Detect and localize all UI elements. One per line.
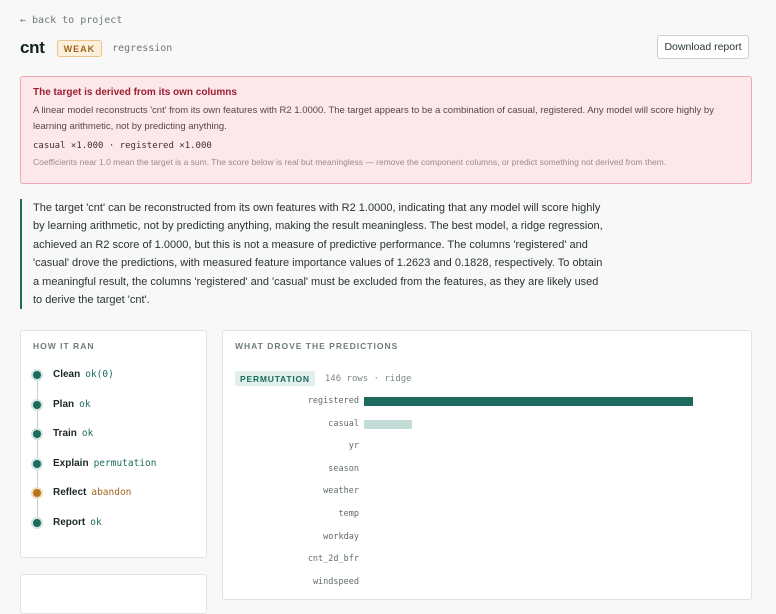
step-connector [37,499,38,518]
pipeline-step-clean: Clean ok(0) [33,369,203,399]
task-type-label: regression [112,42,173,54]
predictions-card: WHAT DROVE THE PREDICTIONS PERMUTATION 1… [222,330,752,600]
feature-label: workday [323,531,359,542]
feature-label: cnt_2d_bfr [307,554,359,565]
secondary-card [20,574,207,614]
feature-row-season: season [223,462,753,485]
step-connector [37,410,38,429]
pipeline-step-train: Train ok [33,428,203,459]
alert-title: The target is derived from its own colum… [33,87,237,98]
step-name: Clean [53,369,81,380]
feature-row-workday: workday [223,530,753,553]
pipeline-step-reflect: Reflect abandon [33,487,203,518]
back-to-project-link[interactable]: ← back to project [20,15,122,26]
step-name: Reflect [53,487,87,499]
predictions-title: WHAT DROVE THE PREDICTIONS [235,341,399,351]
alert-coefficients: casual ×1.000 · registered ×1.000 [33,141,212,151]
feature-label: yr [348,441,359,452]
feature-row-temp: temp [223,507,753,530]
step-status-dot-icon [33,459,41,468]
pipeline-step-explain: Explain permutation [33,458,203,488]
step-status-dot-icon [33,371,41,379]
feature-label: casual [328,418,359,429]
step-status-dot-icon [33,400,41,409]
page-title: cnt [20,38,45,57]
alert-note: Coefficients near 1.0 mean the target is… [33,157,667,167]
feature-row-casual: casual [223,417,753,440]
step-status: permutation [93,457,157,469]
feature-bar [364,397,693,406]
step-name: Explain [53,457,89,469]
feature-row-registered: registered [223,394,753,417]
step-name: Plan [53,398,75,410]
step-name: Train [53,428,77,440]
step-status: ok [90,516,102,528]
feature-label: temp [338,508,359,519]
pipeline-steps: Clean ok(0) Plan ok Train ok Explain permutatio… [33,369,203,547]
step-status-dot-icon [33,489,41,498]
feature-row-cnt_2d_bfr: cnt_2d_bfr [223,552,753,575]
download-report-button[interactable]: Download report [657,35,749,59]
step-connector [37,469,38,488]
step-connector [37,381,38,399]
summary-text: The target 'cnt' can be reconstructed fr… [20,199,610,310]
method-row: PERMUTATION 146 rows · ridge [235,371,412,386]
alert-body: A linear model reconstructs 'cnt' from i… [33,105,714,132]
page-header: cnt WEAK regression [20,38,172,58]
how-it-ran-title: HOW IT RAN [33,341,95,351]
how-it-ran-card: HOW IT RAN Clean ok(0) Plan ok Train ok Explai… [20,330,207,558]
feature-row-windspeed: windspeed [223,575,753,598]
step-status: abandon [91,487,132,499]
step-status: ok [79,398,91,410]
feature-row-weather: weather [223,484,753,507]
method-badge: PERMUTATION [235,371,315,386]
method-meta: 146 rows · ridge [324,373,412,384]
feature-row-yr: yr [223,439,753,462]
feature-importance-chart: registered casual yr season weather temp workd… [223,394,753,597]
step-connector [37,440,38,459]
feature-label: registered [307,396,359,406]
feature-bar [364,419,412,429]
pipeline-step-plan: Plan ok [33,399,203,429]
step-status: ok(0) [85,369,114,380]
feature-label: season [328,463,359,474]
status-badge: WEAK [56,39,103,57]
step-name: Report [53,516,86,528]
step-status-dot-icon [33,430,41,439]
step-status: ok [81,428,94,440]
leakage-alert: The target is derived from its own colum… [20,76,752,184]
feature-label: windspeed [312,576,359,587]
step-status-dot-icon [33,518,41,527]
feature-label: weather [323,486,359,497]
pipeline-step-report: Report ok [33,517,203,547]
